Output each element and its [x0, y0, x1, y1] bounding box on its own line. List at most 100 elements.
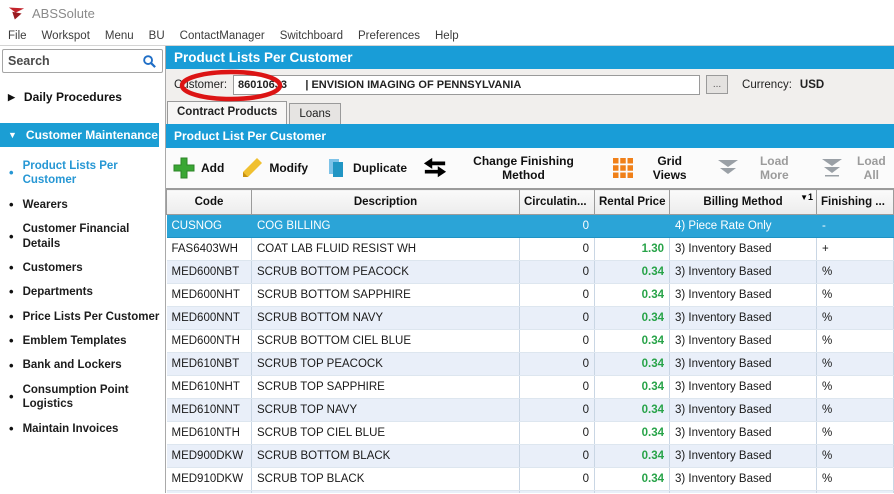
table-row-partial[interactable] [167, 491, 894, 494]
sidebar-item-customer-financial-details[interactable]: •Customer Financial Details [0, 218, 165, 255]
swap-arrows-icon [423, 156, 447, 180]
menu-item-menu[interactable]: Menu [105, 30, 134, 42]
menu-item-switchboard[interactable]: Switchboard [280, 30, 343, 42]
tab-contract-products[interactable]: Contract Products [167, 101, 287, 124]
table-row[interactable]: FAS6403WHCOAT LAB FLUID RESIST WH01.303)… [167, 238, 894, 261]
table-row[interactable]: MED910DKWSCRUB TOP BLACK00.343) Inventor… [167, 468, 894, 491]
column-header-finishing[interactable]: Finishing ... [817, 190, 894, 215]
column-header-description[interactable]: Description [252, 190, 520, 215]
table-row[interactable]: MED600NNTSCRUB BOTTOM NAVY00.343) Invent… [167, 307, 894, 330]
cell-code: MED610NTH [167, 422, 252, 445]
cell-rental-price: 0.34 [595, 399, 670, 422]
menu-item-help[interactable]: Help [435, 30, 459, 42]
cell-billing-method: 3) Inventory Based [670, 399, 817, 422]
load-all-button: Load All [820, 154, 894, 182]
cell-rental-price: 0.34 [595, 284, 670, 307]
cell-circulating: 0 [520, 422, 595, 445]
cell-billing-method: 3) Inventory Based [670, 284, 817, 307]
table-row[interactable]: MED600NBTSCRUB BOTTOM PEACOCK00.343) Inv… [167, 261, 894, 284]
sort-desc-icon[interactable]: ▼1 [800, 192, 813, 202]
column-header-circulatin[interactable]: Circulatin... [520, 190, 595, 215]
sidebar-item-product-lists-per-customer[interactable]: •Product Lists Per Customer [0, 155, 165, 192]
customer-label: Customer: [174, 79, 227, 91]
menu-item-workspot[interactable]: Workspot [42, 30, 90, 42]
table-row[interactable]: MED610NBTSCRUB TOP PEACOCK00.343) Invent… [167, 353, 894, 376]
cell-description: SCRUB TOP BLACK [252, 468, 520, 491]
sidebar-section-daily-procedures[interactable]: ▶ Daily Procedures [0, 85, 165, 109]
menu-item-file[interactable]: File [8, 30, 27, 42]
cell-rental-price: 0.34 [595, 353, 670, 376]
chevron-down-icon: ▼ [8, 130, 17, 140]
cell-finishing: - [817, 215, 894, 238]
sidebar-item-label: Maintain Invoices [23, 422, 119, 436]
cell-code: MED600NBT [167, 261, 252, 284]
toolbar: Add Modify Duplicate Change Finishing Metho… [166, 148, 894, 189]
column-header-rental-price[interactable]: Rental Price [595, 190, 670, 215]
cell-finishing: % [817, 353, 894, 376]
grid-views-button[interactable]: Grid Views [611, 154, 700, 182]
sidebar-section-customer-maintenance[interactable]: ▼ Customer Maintenance [0, 123, 159, 147]
cell-rental-price: 0.34 [595, 422, 670, 445]
sidebar-item-consumption-point-logistics[interactable]: •Consumption Point Logistics [0, 379, 165, 416]
search-box[interactable] [2, 49, 163, 73]
sidebar-item-bank-and-lockers[interactable]: •Bank and Lockers [0, 354, 165, 376]
bullet-icon: • [9, 200, 14, 210]
cell-billing-method: 3) Inventory Based [670, 445, 817, 468]
toolbar-button-label: Modify [269, 161, 308, 175]
search-icon[interactable] [142, 54, 157, 69]
sidebar-item-wearers[interactable]: • Wearers [0, 194, 165, 216]
sidebar-items: •Product Lists Per Customer • Wearers •Cust… [0, 155, 165, 440]
sidebar-item-label: Wearers [23, 198, 68, 212]
cell-description: SCRUB BOTTOM CIEL BLUE [252, 330, 520, 353]
grid-icon [611, 156, 634, 180]
cell-rental-price [595, 215, 670, 238]
table-row[interactable]: MED610NHTSCRUB TOP SAPPHIRE00.343) Inven… [167, 376, 894, 399]
search-input[interactable] [8, 54, 142, 68]
sidebar-item-maintain-invoices[interactable]: •Maintain Invoices [0, 418, 165, 440]
table-row[interactable]: MED600NTHSCRUB BOTTOM CIEL BLUE00.343) I… [167, 330, 894, 353]
customer-input[interactable] [233, 75, 700, 95]
product-table-area: CodeDescriptionCirculatin...Rental Price… [166, 189, 894, 493]
table-row[interactable]: MED610NTHSCRUB TOP CIEL BLUE00.343) Inve… [167, 422, 894, 445]
cell-code: MED610NNT [167, 399, 252, 422]
cell-billing-method [670, 491, 817, 494]
toolbar-button-label: Change Finishing Method [452, 154, 595, 182]
bullet-icon: • [9, 287, 14, 297]
cell-rental-price [595, 491, 670, 494]
currency-value: USD [800, 79, 824, 91]
customer-lookup-button[interactable]: ... [706, 75, 728, 94]
column-header-billing-method[interactable]: Billing Method▼1 [670, 190, 817, 215]
bullet-icon: • [9, 312, 14, 322]
double-chevron-down-icon [716, 156, 740, 180]
cell-description [252, 491, 520, 494]
cell-finishing: + [817, 238, 894, 261]
menu-item-bu[interactable]: BU [149, 30, 165, 42]
cell-rental-price: 0.34 [595, 330, 670, 353]
table-row[interactable]: CUSNOGCOG BILLING04) Piece Rate Only- [167, 215, 894, 238]
modify-button[interactable]: Modify [240, 156, 308, 180]
duplicate-button[interactable]: Duplicate [324, 156, 407, 180]
cell-circulating: 0 [520, 445, 595, 468]
section-title: Product List Per Customer [166, 124, 894, 148]
sidebar-item-label: Consumption Point Logistics [23, 383, 161, 412]
column-header-code[interactable]: Code [167, 190, 252, 215]
cell-description: SCRUB TOP PEACOCK [252, 353, 520, 376]
cell-rental-price: 0.34 [595, 376, 670, 399]
cell-code: MED600NTH [167, 330, 252, 353]
add-button[interactable]: Add [172, 156, 224, 180]
sidebar-item-emblem-templates[interactable]: •Emblem Templates [0, 330, 165, 352]
menu-item-contactmanager[interactable]: ContactManager [180, 30, 265, 42]
sidebar-item-customers[interactable]: •Customers [0, 257, 165, 279]
cell-code: MED910DKW [167, 468, 252, 491]
sidebar-item-departments[interactable]: •Departments [0, 281, 165, 303]
cell-billing-method: 3) Inventory Based [670, 330, 817, 353]
menu-item-preferences[interactable]: Preferences [358, 30, 420, 42]
table-row[interactable]: MED610NNTSCRUB TOP NAVY00.343) Inventory… [167, 399, 894, 422]
tab-loans[interactable]: Loans [289, 103, 340, 124]
sidebar-item-price-lists-per-customer[interactable]: •Price Lists Per Customer [0, 306, 165, 328]
cell-description: SCRUB BOTTOM PEACOCK [252, 261, 520, 284]
table-row[interactable]: MED600NHTSCRUB BOTTOM SAPPHIRE00.343) In… [167, 284, 894, 307]
cell-finishing: % [817, 468, 894, 491]
change-finishing-method-button[interactable]: Change Finishing Method [423, 154, 595, 182]
table-row[interactable]: MED900DKWSCRUB BOTTOM BLACK00.343) Inven… [167, 445, 894, 468]
